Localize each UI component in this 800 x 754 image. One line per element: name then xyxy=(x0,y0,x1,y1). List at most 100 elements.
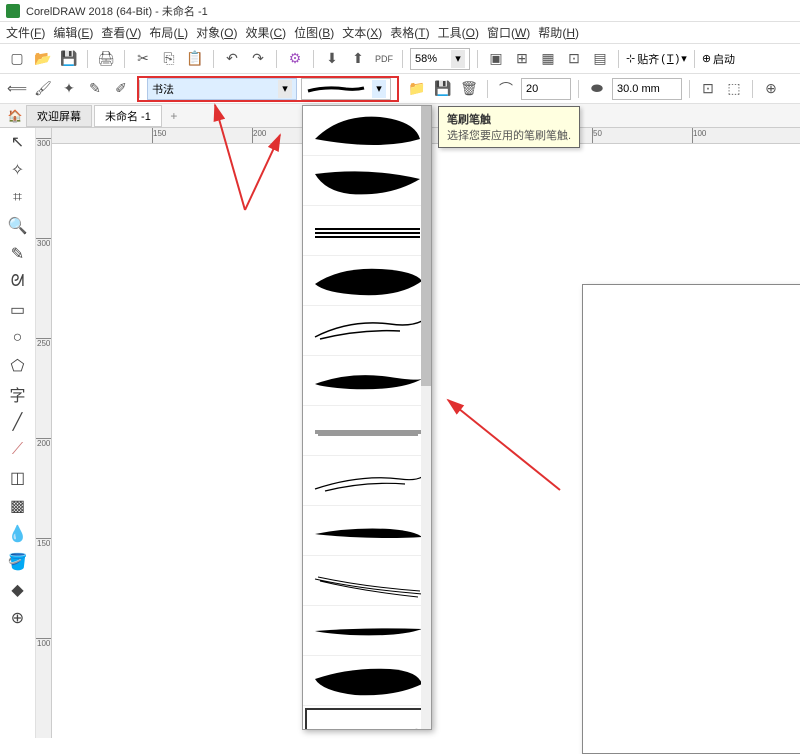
paste-button[interactable]: 📋 xyxy=(184,48,206,70)
add-button[interactable]: ⊕ xyxy=(760,78,782,100)
separator xyxy=(487,80,488,98)
connector-tool[interactable]: ⟋ xyxy=(6,438,30,462)
menu-file[interactable]: 文件(F) xyxy=(6,24,45,41)
tab-document[interactable]: 未命名 -1 xyxy=(94,105,162,127)
freehand-tool[interactable]: ✎ xyxy=(6,242,30,266)
tab-add-button[interactable]: + xyxy=(164,109,184,123)
ruler-tick: 150 xyxy=(152,128,166,143)
transparency-tool[interactable]: ▩ xyxy=(6,494,30,518)
folder-button[interactable]: 📁 xyxy=(406,78,428,100)
save-brush-button[interactable]: 💾 xyxy=(432,78,454,100)
undo-button[interactable]: ↶ xyxy=(221,48,243,70)
separator xyxy=(124,50,125,68)
interactive-fill-tool[interactable]: 🪣 xyxy=(6,550,30,574)
fullscreen-button[interactable]: ▣ xyxy=(485,48,507,70)
menu-help[interactable]: 帮助(H) xyxy=(538,24,579,41)
delete-brush-button[interactable]: 🗑 xyxy=(458,78,480,100)
crop-tool[interactable]: ⌗ xyxy=(6,186,30,210)
grid2-button[interactable]: ▦ xyxy=(537,48,559,70)
new-button[interactable]: ▢ xyxy=(6,48,28,70)
cut-button[interactable]: ✂ xyxy=(132,48,154,70)
property-bar: ⟸ 🖌 ✦ ✎ ✐ 书法 ▾ ▾ 📁 💾 🗑 ⌒ 20 ⬬ 30.0 mm ⊡ … xyxy=(0,74,800,104)
tab-welcome[interactable]: 欢迎屏幕 xyxy=(26,105,92,127)
brush-stroke-item[interactable] xyxy=(303,106,431,156)
save-button[interactable]: 💾 xyxy=(58,48,80,70)
brush-stroke-item[interactable] xyxy=(303,406,431,456)
grid-button[interactable]: ⊞ xyxy=(511,48,533,70)
option1-button[interactable]: ⊡ xyxy=(697,78,719,100)
drop-shadow-tool[interactable]: ◫ xyxy=(6,466,30,490)
brush-stroke-item[interactable] xyxy=(303,456,431,506)
grid4-button[interactable]: ▤ xyxy=(589,48,611,70)
artistic-media-tool[interactable]: ᘛ xyxy=(6,270,30,294)
search-button[interactable]: ⚙ xyxy=(284,48,306,70)
polygon-tool[interactable]: ⬠ xyxy=(6,354,30,378)
open-button[interactable]: 📂 xyxy=(32,48,54,70)
standard-toolbar: ▢ 📂 💾 🖨 ✂ ⎘ 📋 ↶ ↷ ⚙ ⬇ ⬆ PDF 58% ▾ ▣ ⊞ ▦ … xyxy=(0,44,800,74)
menu-edit[interactable]: 编辑(E) xyxy=(53,24,93,41)
print-button[interactable]: 🖨 xyxy=(95,48,117,70)
shape-tool[interactable]: ✧ xyxy=(6,158,30,182)
pick-tool[interactable]: ↖ xyxy=(6,130,30,154)
brush-stroke-item[interactable] xyxy=(303,156,431,206)
menu-view[interactable]: 查看(V) xyxy=(101,24,141,41)
import-button[interactable]: ⬇ xyxy=(321,48,343,70)
color-eyedropper-tool[interactable]: 💧 xyxy=(6,522,30,546)
brush-stroke-item[interactable] xyxy=(303,256,431,306)
brush-stroke-item[interactable] xyxy=(303,206,431,256)
brush-stroke-item[interactable] xyxy=(303,656,431,706)
brush-stroke-item[interactable] xyxy=(303,606,431,656)
ellipse-tool[interactable]: ○ xyxy=(6,326,30,350)
ruler-tick: 150 xyxy=(36,538,51,548)
ruler-tick: 300 xyxy=(36,138,51,148)
width-spinner[interactable]: 30.0 mm xyxy=(612,78,682,100)
brush-stroke-item[interactable] xyxy=(303,506,431,556)
separator xyxy=(398,80,399,98)
pressure-icon[interactable]: ✐ xyxy=(110,78,132,100)
menu-window[interactable]: 窗口(W) xyxy=(487,24,530,41)
menu-bitmap[interactable]: 位图(B) xyxy=(294,24,334,41)
scrollbar-thumb[interactable] xyxy=(421,106,431,386)
redo-button[interactable]: ↷ xyxy=(247,48,269,70)
menu-layout[interactable]: 布局(L) xyxy=(149,24,188,41)
smart-fill-tool[interactable]: ◆ xyxy=(6,578,30,602)
parallel-dimension-tool[interactable]: ╱ xyxy=(6,410,30,434)
chevron-down-icon[interactable]: ▾ xyxy=(372,80,386,98)
bounding-box-button[interactable]: ⬚ xyxy=(723,78,745,100)
menu-effects[interactable]: 效果(C) xyxy=(245,24,286,41)
menu-object[interactable]: 对象(O) xyxy=(196,24,237,41)
zoom-combo[interactable]: 58% ▾ xyxy=(410,48,470,70)
ruler-tick: 200 xyxy=(252,128,266,143)
ruler-tick: 100 xyxy=(692,128,706,143)
launch-button[interactable]: ⊕启动 xyxy=(702,51,735,67)
spray-icon[interactable]: ✦ xyxy=(58,78,80,100)
zoom-tool[interactable]: 🔍 xyxy=(6,214,30,238)
menu-tools[interactable]: 工具(O) xyxy=(438,24,479,41)
copy-button[interactable]: ⎘ xyxy=(158,48,180,70)
chevron-down-icon[interactable]: ▾ xyxy=(278,80,292,98)
brush-stroke-item[interactable] xyxy=(303,556,431,606)
snap-button[interactable]: ⊹贴齐(T)▾ xyxy=(626,51,687,67)
chevron-down-icon[interactable]: ▾ xyxy=(451,50,465,68)
pdf-button[interactable]: PDF xyxy=(373,48,395,70)
brush-category-combo[interactable]: 书法 ▾ xyxy=(147,78,297,100)
brush-stroke-combo[interactable]: ▾ xyxy=(301,78,391,100)
dropdown-scrollbar[interactable] xyxy=(421,106,431,729)
menu-text[interactable]: 文本(X) xyxy=(342,24,382,41)
brush-stroke-item-selected[interactable] xyxy=(305,708,429,730)
grid3-button[interactable]: ⊡ xyxy=(563,48,585,70)
brush-stroke-item[interactable] xyxy=(303,356,431,406)
brush-tool-icon[interactable]: 🖌 xyxy=(32,78,54,100)
smoothing-spinner[interactable]: 20 xyxy=(521,78,571,100)
brush-stroke-item[interactable] xyxy=(303,306,431,356)
expand-tool[interactable]: ⊕ xyxy=(6,606,30,630)
preset-button[interactable]: ⟸ xyxy=(6,78,28,100)
calligraphy-icon[interactable]: ✎ xyxy=(84,78,106,100)
rectangle-tool[interactable]: ▭ xyxy=(6,298,30,322)
menu-table[interactable]: 表格(T) xyxy=(390,24,429,41)
text-tool[interactable]: 字 xyxy=(6,382,30,406)
separator xyxy=(213,50,214,68)
home-icon[interactable]: 🏠 xyxy=(6,107,24,125)
separator xyxy=(694,50,695,68)
export-button[interactable]: ⬆ xyxy=(347,48,369,70)
